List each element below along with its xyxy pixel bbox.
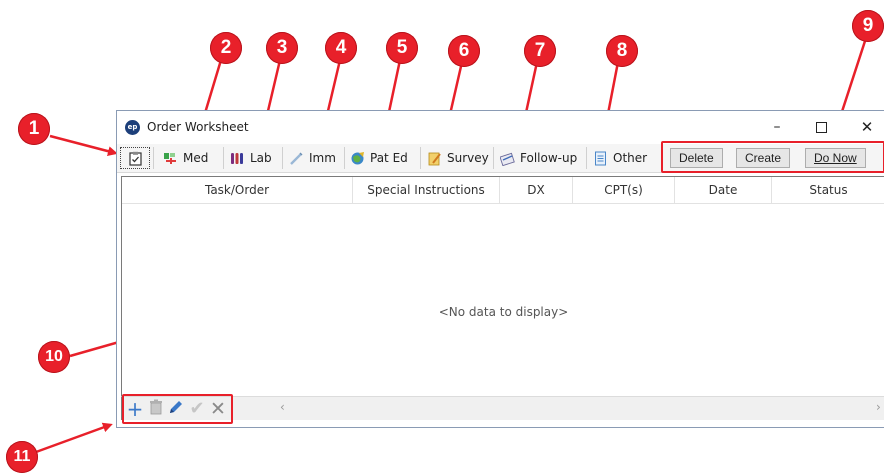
syringe-icon	[289, 151, 304, 166]
follow-up-icon	[499, 151, 515, 166]
order-worksheet-window: ep Order Worksheet – ✕ Med Lab Imm Pat E…	[116, 110, 884, 428]
callout-9: 9	[852, 10, 884, 42]
callout-7: 7	[524, 35, 556, 67]
close-button[interactable]: ✕	[852, 115, 882, 139]
arrow-1	[49, 134, 118, 157]
toolbar-item-pat-ed-label: Pat Ed	[370, 151, 408, 165]
add-icon[interactable]: +	[126, 399, 144, 419]
callout-6: 6	[448, 35, 480, 67]
toolbar-separator	[586, 147, 587, 169]
toolbar-item-imm[interactable]: Imm	[289, 147, 336, 169]
scroll-left-arrow[interactable]: ‹	[280, 400, 285, 414]
empty-grid-message: <No data to display>	[438, 305, 569, 319]
column-header-task-order[interactable]: Task/Order	[122, 177, 353, 203]
callout-11: 11	[6, 441, 38, 473]
toolbar-item-med[interactable]: Med	[163, 147, 208, 169]
toolbar-separator	[282, 147, 283, 169]
toolbar-item-survey[interactable]: Survey	[427, 147, 489, 169]
survey-icon	[427, 151, 442, 166]
clipboard-icon	[128, 151, 143, 166]
grid-header: Task/Order Special Instructions DX CPT(s…	[122, 177, 884, 204]
scroll-right-arrow[interactable]: ›	[876, 400, 881, 414]
grid-bottom-bar: + ✔ ✕ ‹ ›	[121, 394, 884, 424]
window-title: Order Worksheet	[147, 120, 249, 134]
create-button[interactable]: Create	[736, 148, 791, 168]
document-icon	[593, 151, 608, 166]
app-logo-icon: ep	[125, 120, 140, 135]
toolbar-item-pat-ed[interactable]: Pat Ed	[350, 147, 408, 169]
lab-tubes-icon	[230, 151, 245, 166]
toolbar-separator	[223, 147, 224, 169]
close-icon[interactable]: ✕	[209, 399, 227, 419]
column-header-date[interactable]: Date	[675, 177, 772, 203]
callout-2: 2	[210, 32, 242, 64]
toolbar-item-other[interactable]: Other	[593, 147, 647, 169]
column-header-status[interactable]: Status	[772, 177, 884, 203]
toolbar-separator	[344, 147, 345, 169]
column-header-special-instructions[interactable]: Special Instructions	[353, 177, 500, 203]
edit-icon[interactable]	[167, 399, 185, 419]
toolbar-item-all-orders[interactable]	[120, 147, 150, 169]
callout-3: 3	[266, 32, 298, 64]
toolbar-separator	[153, 147, 154, 169]
toolbar-item-lab[interactable]: Lab	[230, 147, 272, 169]
patient-education-icon	[350, 151, 365, 166]
order-type-toolbar: Med Lab Imm Pat Ed Survey Follow-up Othe…	[117, 141, 884, 173]
delete-icon[interactable]	[147, 399, 165, 419]
title-bar: ep Order Worksheet – ✕	[117, 111, 884, 144]
toolbar-separator	[420, 147, 421, 169]
medication-icon	[163, 151, 178, 166]
callout-4: 4	[325, 32, 357, 64]
callout-10: 10	[38, 341, 70, 373]
toolbar-item-imm-label: Imm	[309, 151, 336, 165]
toolbar-item-med-label: Med	[183, 151, 209, 165]
check-icon[interactable]: ✔	[188, 399, 206, 419]
do-now-button[interactable]: Do Now	[805, 148, 866, 168]
toolbar-item-follow-up-label: Follow-up	[520, 151, 578, 165]
maximize-button[interactable]	[806, 115, 836, 139]
maximize-icon	[815, 121, 827, 133]
column-header-dx[interactable]: DX	[500, 177, 573, 203]
toolbar-item-lab-label: Lab	[250, 151, 272, 165]
orders-grid[interactable]: Task/Order Special Instructions DX CPT(s…	[121, 176, 884, 396]
callout-8: 8	[606, 35, 638, 67]
column-header-cpts[interactable]: CPT(s)	[573, 177, 675, 203]
callout-1: 1	[18, 113, 50, 145]
delete-button[interactable]: Delete	[670, 148, 723, 168]
arrow-11	[35, 422, 113, 454]
toolbar-separator	[493, 147, 494, 169]
minimize-button[interactable]: –	[762, 115, 792, 139]
toolbar-item-other-label: Other	[613, 151, 648, 165]
toolbar-item-survey-label: Survey	[447, 151, 489, 165]
callout-5: 5	[386, 32, 418, 64]
toolbar-item-follow-up[interactable]: Follow-up	[499, 147, 578, 169]
